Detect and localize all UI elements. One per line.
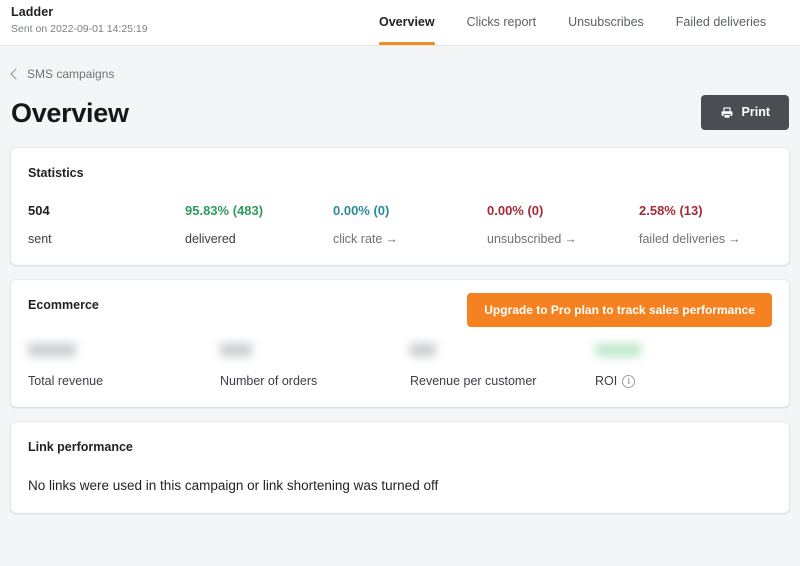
stat-delivered: 95.83% (483) delivered: [185, 203, 333, 247]
ecommerce-revenue-per-customer-label: Revenue per customer: [410, 373, 595, 389]
breadcrumb-sms-campaigns[interactable]: SMS campaigns: [10, 46, 115, 81]
campaign-name: Ladder: [11, 5, 54, 19]
hidden-value-placeholder: [410, 343, 436, 357]
page-content: SMS campaigns Overview Print Statistics …: [0, 46, 800, 513]
campaign-sent-timestamp: Sent on 2022-09-01 14:25:19: [11, 23, 148, 35]
stat-click-rate-label: click rate: [333, 232, 383, 246]
tab-failed-deliveries[interactable]: Failed deliveries: [676, 0, 766, 45]
stat-unsubscribed: 0.00% (0) unsubscribed →: [487, 203, 639, 247]
ecommerce-number-of-orders-label: Number of orders: [220, 373, 410, 389]
stat-failed-deliveries-link[interactable]: failed deliveries →: [639, 231, 779, 247]
stat-click-rate-link[interactable]: click rate →: [333, 231, 487, 247]
stat-sent-label: sent: [28, 232, 52, 246]
stat-failed-deliveries-label: failed deliveries: [639, 232, 726, 246]
statistics-card: Statistics 504 sent 95.83% (483) deliver…: [11, 148, 789, 265]
print-button-label: Print: [741, 105, 770, 119]
campaign-meta: Ladder Sent on 2022-09-01 14:25:19: [0, 0, 148, 36]
stat-unsubscribed-value: 0.00% (0): [487, 203, 544, 218]
campaign-tabs: Overview Clicks report Unsubscribes Fail…: [379, 0, 766, 46]
stat-click-rate: 0.00% (0) click rate →: [333, 203, 487, 247]
tab-overview[interactable]: Overview: [379, 0, 435, 45]
ecommerce-roi-label: ROI i: [595, 373, 735, 389]
hidden-value-placeholder: [595, 343, 641, 357]
chevron-left-icon: [10, 68, 22, 80]
ecommerce-roi: ROI i: [595, 343, 735, 389]
page-title: Overview: [11, 97, 129, 128]
stat-sent-value: 504: [28, 203, 50, 218]
stat-delivered-value: 95.83% (483): [185, 203, 264, 218]
stat-unsubscribed-link[interactable]: unsubscribed →: [487, 231, 639, 247]
stat-failed-deliveries: 2.58% (13) failed deliveries →: [639, 203, 779, 247]
upgrade-to-pro-button[interactable]: Upgrade to Pro plan to track sales perfo…: [467, 293, 772, 327]
tab-unsubscribes[interactable]: Unsubscribes: [568, 0, 644, 45]
label-text: Number of orders: [220, 374, 318, 388]
arrow-right-icon: →: [385, 232, 398, 246]
link-performance-title: Link performance: [28, 440, 133, 454]
top-bar: Ladder Sent on 2022-09-01 14:25:19 Overv…: [0, 0, 800, 46]
breadcrumb-label: SMS campaigns: [27, 67, 115, 81]
stat-delivered-label: delivered: [185, 232, 236, 246]
stat-failed-deliveries-value: 2.58% (13): [639, 203, 703, 218]
label-text: ROI: [595, 374, 618, 388]
ecommerce-total-revenue: Total revenue: [28, 343, 220, 389]
stat-sent: 504 sent: [28, 203, 185, 247]
hidden-value-placeholder: [28, 343, 76, 357]
arrow-right-icon: →: [728, 232, 741, 246]
ecommerce-grid: Total revenue Number of orders Revenue p…: [28, 343, 772, 389]
ecommerce-revenue-per-customer: Revenue per customer: [410, 343, 595, 389]
tab-clicks-report[interactable]: Clicks report: [467, 0, 536, 45]
printer-icon: [720, 106, 734, 120]
label-text: Revenue per customer: [410, 374, 537, 388]
stat-unsubscribed-label: unsubscribed: [487, 232, 562, 246]
link-performance-empty-message: No links were used in this campaign or l…: [28, 478, 439, 493]
stat-click-rate-value: 0.00% (0): [333, 203, 390, 218]
statistics-title: Statistics: [28, 166, 84, 180]
label-text: Total revenue: [28, 374, 104, 388]
hidden-value-placeholder: [220, 343, 252, 357]
ecommerce-total-revenue-label: Total revenue: [28, 373, 220, 389]
page-header: Overview Print: [11, 81, 789, 148]
ecommerce-card: Ecommerce Upgrade to Pro plan to track s…: [11, 280, 789, 407]
info-circle-icon[interactable]: i: [622, 374, 636, 388]
statistics-grid: 504 sent 95.83% (483) delivered 0.00% (0…: [28, 203, 772, 247]
link-performance-card: Link performance No links were used in t…: [11, 422, 789, 513]
arrow-right-icon: →: [564, 232, 577, 246]
ecommerce-number-of-orders: Number of orders: [220, 343, 410, 389]
print-button[interactable]: Print: [700, 95, 789, 130]
